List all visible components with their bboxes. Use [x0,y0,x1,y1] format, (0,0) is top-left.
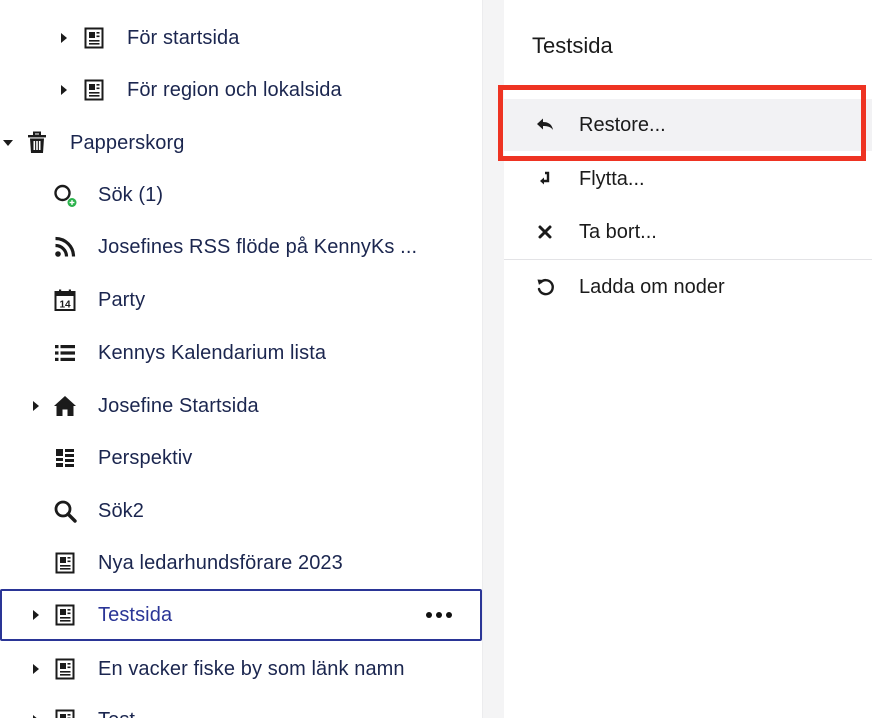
tree-item-label: Josefine Startsida [98,394,259,417]
move-icon [534,168,556,190]
tree-item-testsida[interactable]: Testsida [0,589,482,641]
rss-icon [52,234,78,260]
menu-item-restore[interactable]: Restore... [504,99,872,151]
tree-item-sok-1[interactable]: Sök (1) [0,169,482,221]
content-tree: För startsida För region och lokalsida P… [0,0,482,718]
tree-item-label: För startsida [127,26,240,49]
caret-right-icon[interactable] [30,714,42,718]
menu-item-reload-nodes[interactable]: Ladda om noder [504,261,872,313]
reload-icon [534,276,556,298]
tree-item-sok2[interactable]: Sök2 [0,485,482,537]
caret-right-icon[interactable] [30,400,42,412]
close-icon [534,221,556,243]
document-icon [52,656,78,682]
tree-item-label: Nya ledarhundsförare 2023 [98,551,343,574]
calendar-day-text: 14 [59,300,71,311]
menu-item-label: Restore... [579,113,666,136]
menu-item-label: Ta bort... [579,220,657,243]
caret-right-icon[interactable] [58,32,70,44]
tree-item-for-startsida[interactable]: För startsida [0,12,482,64]
tree-item-perspektiv[interactable]: Perspektiv [0,432,482,484]
tree-item-en-vacker-fiske-by[interactable]: En vacker fiske by som länk namn [0,643,482,695]
menu-item-label: Ladda om noder [579,275,725,298]
caret-right-icon[interactable] [30,609,42,621]
home-icon [52,393,78,419]
menu-item-delete[interactable]: Ta bort... [504,206,872,258]
tree-item-josefine-startsida[interactable]: Josefine Startsida [0,380,482,432]
tree-item-nya-ledarhundsforare-2023[interactable]: Nya ledarhundsförare 2023 [0,537,482,589]
list-icon [52,340,78,366]
caret-down-icon[interactable] [2,137,14,149]
caret-right-icon[interactable] [58,84,70,96]
document-icon [81,25,107,51]
tree-item-test[interactable]: Test [0,694,482,718]
tree-item-label: Sök2 [98,499,144,522]
panel-divider[interactable] [482,0,504,718]
tree-item-josefines-rss[interactable]: Josefines RSS flöde på KennyKs ... [0,221,482,273]
trash-icon [24,130,50,156]
tree-item-label: Sök (1) [98,183,164,206]
tree-item-papperskorg[interactable]: Papperskorg [0,117,482,169]
menu-item-label: Flytta... [579,167,645,190]
tree-item-kennys-kalendarium-lista[interactable]: Kennys Kalendarium lista [0,327,482,379]
search-icon [52,498,78,524]
tree-item-label: Kennys Kalendarium lista [98,341,327,364]
menu-title: Testsida [532,33,613,58]
tree-item-label: Papperskorg [70,131,185,154]
restore-icon [534,114,556,136]
more-actions-button[interactable] [418,600,460,630]
more-horizontal-icon [426,612,432,618]
menu-separator [504,259,872,260]
tree-item-label: En vacker fiske by som länk namn [98,657,405,680]
tree-item-label: För region och lokalsida [127,78,342,101]
tree-item-label: Josefines RSS flöde på KennyKs ... [98,235,418,258]
tree-item-label: Party [98,288,146,311]
tree-item-for-region-och-lokalsida[interactable]: För region och lokalsida [0,64,482,116]
document-icon [52,707,78,718]
document-icon [81,77,107,103]
tree-item-party[interactable]: 14 Party [0,274,482,326]
document-icon [52,602,78,628]
action-menu: Testsida Restore... Flytta... Ta bort...… [504,0,872,718]
caret-right-icon[interactable] [30,663,42,675]
tree-item-label: Test [98,709,135,718]
search-plus-icon [52,182,78,208]
grid-list-icon [52,445,78,471]
calendar-icon: 14 [52,287,78,313]
tree-item-label: Testsida [98,603,173,626]
document-icon [52,550,78,576]
tree-item-label: Perspektiv [98,446,193,469]
menu-item-move[interactable]: Flytta... [504,153,872,205]
